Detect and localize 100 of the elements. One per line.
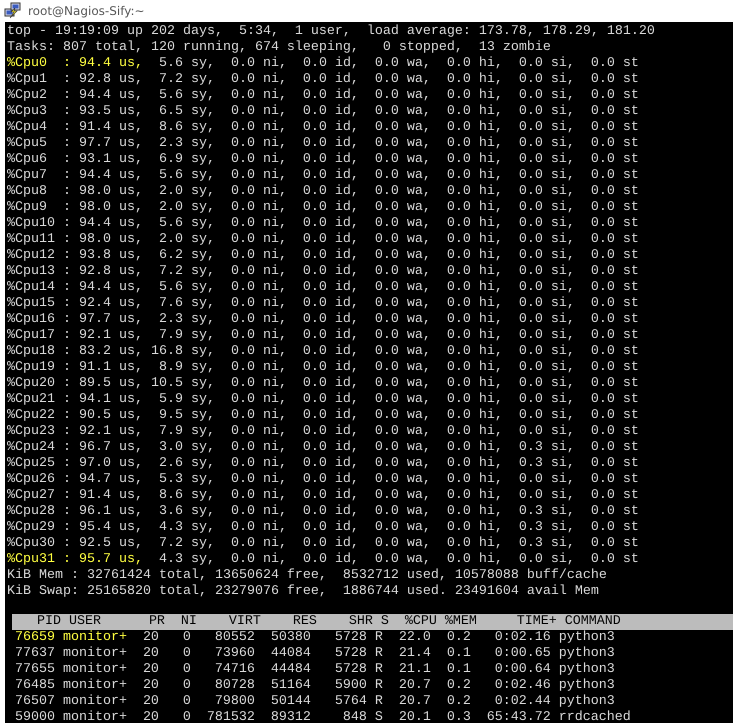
terminal-line: %Cpu13 : 92.8 us, 7.2 sy, 0.0 ni, 0.0 id, 0.0 wa, 0.0 hi, 0.0 si, 0.0 st <box>6 264 639 280</box>
table-cell-text: monitor+ <box>62 694 127 710</box>
terminal-line: %Cpu6 : 93.1 us, 6.9 sy, 0.0 ni, 0.0 id, 0.0 wa, 0.0 hi, 0.0 si, 0.0 st <box>6 152 639 168</box>
terminal-line: %Cpu4 : 91.4 us, 8.6 sy, 0.0 ni, 0.0 id, 0.0 wa, 0.0 hi, 0.0 si, 0.0 st <box>6 120 639 136</box>
table-cell-text: 0 <box>182 646 191 662</box>
table-cell-text: 76507 <box>14 694 55 710</box>
table-cell-text: 20 <box>142 662 159 678</box>
table-cell-text: R <box>374 694 383 710</box>
table-cell-text: 73960 <box>214 646 255 662</box>
terminal-line: %Cpu21 : 94.1 us, 5.9 sy, 0.0 ni, 0.0 id, 0.0 wa, 0.0 hi, 0.0 si, 0.0 st <box>6 392 639 408</box>
table-cell-text: 0:02.16 <box>494 630 551 646</box>
table-cell-text: 0 <box>182 662 191 678</box>
table-cell-text: 77655 <box>14 662 55 678</box>
column-header: NI <box>180 614 197 630</box>
table-cell-text: 79800 <box>214 694 255 710</box>
table-cell-text: 80728 <box>214 678 255 694</box>
terminal-line: %Cpu1 : 92.8 us, 7.2 sy, 0.0 ni, 0.0 id, 0.0 wa, 0.0 hi, 0.0 si, 0.0 st <box>6 72 639 88</box>
table-cell-text: 51164 <box>270 678 311 694</box>
terminal-line: top - 19:19:09 up 202 days, 5:34, 1 user, load average: 173.78, 178.29, 181.20 <box>6 24 655 40</box>
column-header: S <box>380 614 389 630</box>
table-cell-text: 20.7 <box>398 694 431 710</box>
terminal-line: Tasks: 807 total, 120 running, 674 sleeping, 0 stopped, 13 zombie <box>6 40 551 56</box>
terminal-line: %Cpu3 : 93.5 us, 6.5 sy, 0.0 ni, 0.0 id, 0.0 wa, 0.0 hi, 0.0 si, 0.0 st <box>6 104 639 120</box>
table-cell-text: 0.2 <box>446 678 471 694</box>
table-cell-text: 89312 <box>270 710 311 723</box>
table-cell-text: 44084 <box>270 646 311 662</box>
table-cell-text: 20 <box>142 630 159 646</box>
table-cell-text: 0:02.46 <box>494 678 551 694</box>
terminal-line: %Cpu26 : 94.7 us, 5.3 sy, 0.0 ni, 0.0 id, 0.0 wa, 0.0 hi, 0.0 si, 0.0 st <box>6 472 639 488</box>
column-header: RES <box>292 614 317 630</box>
table-cell-text: R <box>374 662 383 678</box>
terminal-line: %Cpu7 : 94.4 us, 5.6 sy, 0.0 ni, 0.0 id, 0.0 wa, 0.0 hi, 0.0 si, 0.0 st <box>6 168 639 184</box>
terminal-line: %Cpu8 : 98.0 us, 2.0 sy, 0.0 ni, 0.0 id, 0.0 wa, 0.0 hi, 0.0 si, 0.0 st <box>6 184 639 200</box>
table-cell-text: 50144 <box>270 694 311 710</box>
table-cell-text: 0 <box>182 710 191 723</box>
table-cell-text: 20 <box>142 646 159 662</box>
table-cell-text: 0.2 <box>446 630 471 646</box>
table-cell-text: 21.4 <box>398 646 431 662</box>
table-cell-text: monitor+ <box>62 662 127 678</box>
table-cell-text: python3 <box>558 694 616 710</box>
terminal-line: %Cpu18 : 83.2 us, 16.8 sy, 0.0 ni, 0.0 id, 0.0 wa, 0.0 hi, 0.0 si, 0.0 st <box>6 344 639 360</box>
table-cell-text: 20 <box>142 694 159 710</box>
terminal-line: %Cpu28 : 96.1 us, 3.6 sy, 0.0 ni, 0.0 id, 0.0 wa, 0.0 hi, 0.3 si, 0.0 st <box>6 504 639 520</box>
terminal-line: %Cpu22 : 90.5 us, 9.5 sy, 0.0 ni, 0.0 id, 0.0 wa, 0.0 hi, 0.0 si, 0.0 st <box>6 408 639 424</box>
table-cell-text: 848 <box>342 710 367 723</box>
terminal-line: %Cpu24 : 96.7 us, 3.0 sy, 0.0 ni, 0.0 id, 0.0 wa, 0.0 hi, 0.3 si, 0.0 st <box>6 440 639 456</box>
table-cell-text: 0.1 <box>446 646 471 662</box>
terminal-line: %Cpu17 : 92.1 us, 7.9 sy, 0.0 ni, 0.0 id, 0.0 wa, 0.0 hi, 0.0 si, 0.0 st <box>6 328 639 344</box>
terminal-line: %Cpu25 : 97.0 us, 2.6 sy, 0.0 ni, 0.0 id, 0.0 wa, 0.0 hi, 0.3 si, 0.0 st <box>6 456 639 472</box>
table-cell-text: python3 <box>558 662 616 678</box>
table-cell-text: 77637 <box>14 646 55 662</box>
terminal-line: %Cpu2 : 94.4 us, 5.6 sy, 0.0 ni, 0.0 id, 0.0 wa, 0.0 hi, 0.0 si, 0.0 st <box>6 88 639 104</box>
terminal-line: %Cpu14 : 94.4 us, 5.6 sy, 0.0 ni, 0.0 id, 0.0 wa, 0.0 hi, 0.0 si, 0.0 st <box>6 280 639 296</box>
table-cell-text: 5764 <box>334 694 367 710</box>
table-cell-text: 0:00.65 <box>494 646 551 662</box>
table-cell-text: monitor+ <box>62 646 127 662</box>
table-cell-text: 20.1 <box>398 710 431 723</box>
table-cell-text: rrdcached <box>558 710 631 723</box>
table-cell-text: 20.7 <box>398 678 431 694</box>
table-cell-text: 44484 <box>270 662 311 678</box>
terminal-line: %Cpu16 : 97.7 us, 2.3 sy, 0.0 ni, 0.0 id, 0.0 wa, 0.0 hi, 0.0 si, 0.0 st <box>6 312 639 328</box>
table-cell-text: 59000 <box>14 710 55 723</box>
column-header: USER <box>68 614 102 630</box>
terminal-line: %Cpu31 : 95.7 us, 4.3 sy, 0.0 ni, 0.0 id, 0.0 wa, 0.0 hi, 0.0 si, 0.0 st <box>6 552 639 568</box>
terminal-line: %Cpu29 : 95.4 us, 4.3 sy, 0.0 ni, 0.0 id, 0.0 wa, 0.0 hi, 0.3 si, 0.0 st <box>6 520 639 536</box>
column-header: PR <box>148 614 165 630</box>
table-cell-text: 50380 <box>270 630 311 646</box>
table-cell-text: 0.1 <box>446 662 471 678</box>
table-cell-text: monitor+ <box>62 710 127 723</box>
table-cell-text: 781532 <box>206 710 255 723</box>
table-cell-text: 5728 <box>334 662 367 678</box>
column-header: VIRT <box>228 614 261 630</box>
table-cell-text: monitor+ <box>62 630 127 646</box>
table-cell-text: 80552 <box>214 630 255 646</box>
table-cell-text: python3 <box>558 678 616 694</box>
table-cell-text: 0.2 <box>446 694 471 710</box>
column-header: COMMAND <box>564 614 622 630</box>
window-title: root@Nagios-Sify:~ <box>28 4 145 18</box>
table-cell-text: 0 <box>182 694 191 710</box>
table-cell-text: R <box>374 678 383 694</box>
terminal-line: %Cpu19 : 91.1 us, 8.9 sy, 0.0 ni, 0.0 id, 0.0 wa, 0.0 hi, 0.0 si, 0.0 st <box>6 360 639 376</box>
table-cell-text: 20 <box>142 678 159 694</box>
table-cell-text: monitor+ <box>62 678 127 694</box>
terminal-line: %Cpu27 : 91.4 us, 8.6 sy, 0.0 ni, 0.0 id, 0.0 wa, 0.0 hi, 0.0 si, 0.0 st <box>6 488 639 504</box>
table-cell-text: 5728 <box>334 630 367 646</box>
column-header: TIME+ <box>516 614 557 630</box>
table-cell-text: 76659 <box>14 630 55 646</box>
table-cell-text: 0.3 <box>446 710 471 723</box>
terminal-line: %Cpu9 : 98.0 us, 2.0 sy, 0.0 ni, 0.0 id, 0.0 wa, 0.0 hi, 0.0 si, 0.0 st <box>6 200 639 216</box>
table-cell-text: R <box>374 646 383 662</box>
column-header: PID <box>36 614 61 630</box>
terminal-line: %Cpu15 : 92.4 us, 7.6 sy, 0.0 ni, 0.0 id, 0.0 wa, 0.0 hi, 0.0 si, 0.0 st <box>6 296 639 312</box>
column-header: %MEM <box>444 614 477 630</box>
terminal-line: %Cpu11 : 98.0 us, 2.0 sy, 0.0 ni, 0.0 id, 0.0 wa, 0.0 hi, 0.0 si, 0.0 st <box>6 232 639 248</box>
terminal-line: %Cpu20 : 89.5 us, 10.5 sy, 0.0 ni, 0.0 id, 0.0 wa, 0.0 hi, 0.0 si, 0.0 st <box>6 376 639 392</box>
table-cell-text: python3 <box>558 630 616 646</box>
table-cell-text: 0 <box>182 630 191 646</box>
table-cell-text: 76485 <box>14 678 55 694</box>
table-cell-text: 0:00.64 <box>494 662 551 678</box>
terminal-line: KiB Swap: 25165820 total, 23279076 free, 1886744 used. 23491604 avail Mem <box>6 584 599 600</box>
